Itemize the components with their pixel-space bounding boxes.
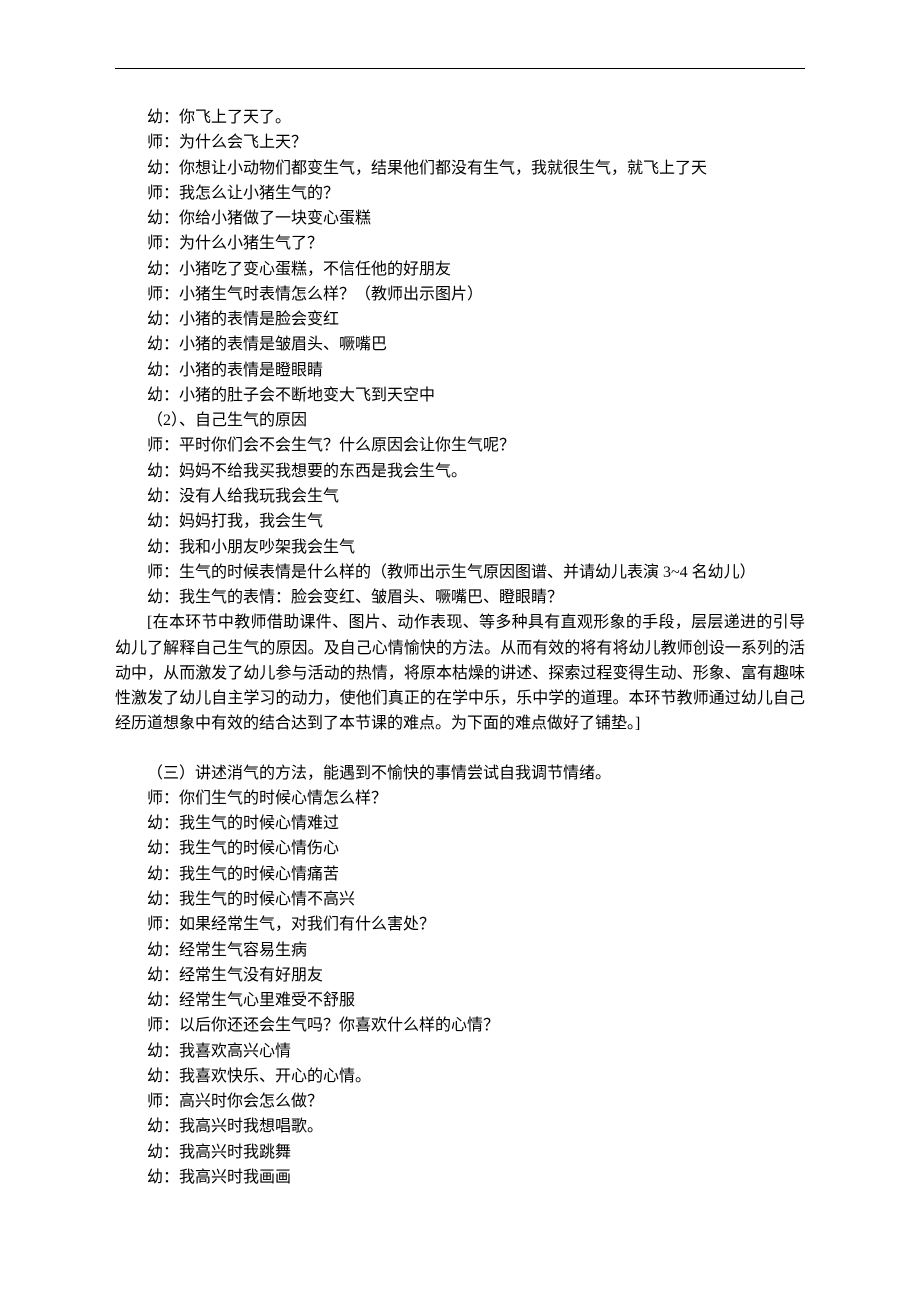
dialogue-line: 幼：我高兴时我画画 — [115, 1165, 805, 1190]
dialogue-line: 师：为什么会飞上天？ — [115, 130, 805, 155]
dialogue-line: （2）、自己生气的原因 — [115, 408, 805, 433]
dialogue-line: 幼：我喜欢快乐、开心的心情。 — [115, 1064, 805, 1089]
dialogue-line: 幼：我生气的表情：脸会变红、皱眉头、噘嘴巴、瞪眼睛？ — [115, 585, 805, 610]
dialogue-line: 幼：小猪吃了变心蛋糕，不信任他的好朋友 — [115, 257, 805, 282]
dialogue-line: 师：小猪生气时表情怎么样？（教师出示图片） — [115, 282, 805, 307]
dialogue-line: 幼：小猪的表情是瞪眼睛 — [115, 358, 805, 383]
dialogue-line: 幼：我和小朋友吵架我会生气 — [115, 535, 805, 560]
dialogue-line: 幼：经常生气容易生病 — [115, 938, 805, 963]
section-heading: （三）讲述消气的方法，能遇到不愉快的事情尝试自我调节情绪。 — [115, 761, 805, 786]
dialogue-line: 幼：经常生气心里难受不舒服 — [115, 988, 805, 1013]
dialogue-line: 师：你们生气的时候心情怎么样？ — [115, 786, 805, 811]
dialogue-line: 幼：没有人给我玩我会生气 — [115, 484, 805, 509]
dialogue-line: 幼：我喜欢高兴心情 — [115, 1039, 805, 1064]
dialogue-line: 幼：我生气的时候心情难过 — [115, 811, 805, 836]
document-page: 幼：你飞上了天了。 师：为什么会飞上天？ 幼：你想让小动物们都变生气，结果他们都… — [0, 0, 920, 1302]
dialogue-section-1: 幼：你飞上了天了。 师：为什么会飞上天？ 幼：你想让小动物们都变生气，结果他们都… — [115, 105, 805, 610]
dialogue-line: 师：以后你还还会生气吗？你喜欢什么样的心情？ — [115, 1013, 805, 1038]
dialogue-line: 幼：你想让小动物们都变生气，结果他们都没有生气，我就很生气，就飞上了天 — [115, 156, 805, 181]
dialogue-line: 师：我怎么让小猪生气的？ — [115, 181, 805, 206]
dialogue-line: 师：为什么小猪生气了？ — [115, 231, 805, 256]
paragraph-spacer — [115, 737, 805, 761]
dialogue-line: 幼：我生气的时候心情痛苦 — [115, 862, 805, 887]
dialogue-line: 师：生气的时候表情是什么样的（教师出示生气原因图谱、并请幼儿表演 3~4 名幼儿… — [115, 560, 805, 585]
dialogue-line: 幼：小猪的表情是皱眉头、噘嘴巴 — [115, 332, 805, 357]
commentary-paragraph: [在本环节中教师借助课件、图片、动作表现、等多种具有直观形象的手段，层层递进的引… — [115, 610, 805, 736]
header-rule — [115, 68, 805, 69]
dialogue-line: 幼：妈妈打我，我会生气 — [115, 509, 805, 534]
dialogue-line: 幼：我高兴时我跳舞 — [115, 1140, 805, 1165]
dialogue-line: 幼：你给小猪做了一块变心蛋糕 — [115, 206, 805, 231]
dialogue-line: 师：平时你们会不会生气？什么原因会让你生气呢？ — [115, 433, 805, 458]
dialogue-section-2: （三）讲述消气的方法，能遇到不愉快的事情尝试自我调节情绪。 师：你们生气的时候心… — [115, 761, 805, 1191]
dialogue-line: 幼：小猪的表情是脸会变红 — [115, 307, 805, 332]
dialogue-line: 师：高兴时你会怎么做？ — [115, 1089, 805, 1114]
dialogue-line: 幼：你飞上了天了。 — [115, 105, 805, 130]
dialogue-line: 幼：经常生气没有好朋友 — [115, 963, 805, 988]
dialogue-line: 师：如果经常生气，对我们有什么害处？ — [115, 912, 805, 937]
dialogue-line: 幼：我生气的时候心情伤心 — [115, 836, 805, 861]
dialogue-line: 幼：小猪的肚子会不断地变大飞到天空中 — [115, 383, 805, 408]
dialogue-line: 幼：妈妈不给我买我想要的东西是我会生气。 — [115, 459, 805, 484]
dialogue-line: 幼：我生气的时候心情不高兴 — [115, 887, 805, 912]
dialogue-line: 幼：我高兴时我想唱歌。 — [115, 1114, 805, 1139]
